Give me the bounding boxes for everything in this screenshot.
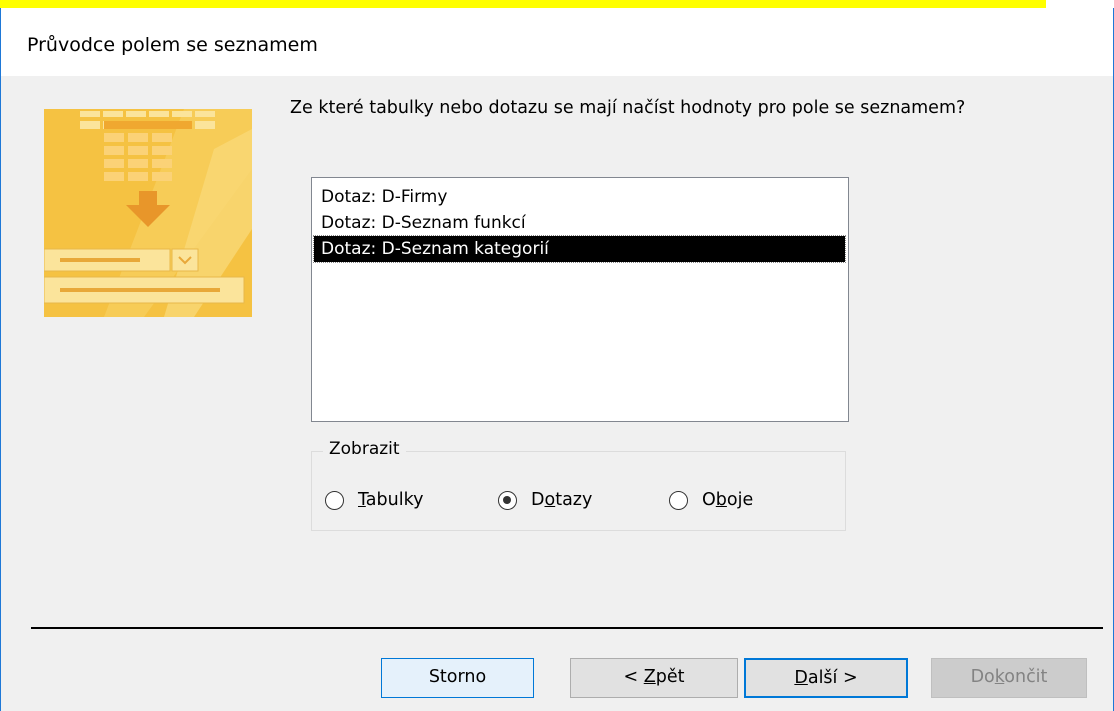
- separator-line: [31, 627, 1103, 629]
- wizard-illustration: [44, 109, 252, 317]
- source-listbox[interactable]: Dotaz: D-Firmy Dotaz: D-Seznam funkcí Do…: [311, 177, 849, 422]
- groupbox-legend: Zobrazit: [323, 439, 406, 459]
- dialog-title: Průvodce polem se seznamem: [27, 34, 318, 56]
- view-groupbox: Zobrazit Tabulky Dotazy Oboje: [311, 439, 846, 531]
- radio-label: Tabulky: [358, 490, 424, 510]
- radio-dotazy[interactable]: Dotazy: [498, 490, 592, 510]
- finish-button: Dokončit: [931, 658, 1087, 698]
- list-item[interactable]: Dotaz: D-Seznam funkcí: [314, 210, 845, 236]
- radio-checked-icon: [498, 490, 517, 510]
- radio-label: Oboje: [702, 490, 754, 510]
- wizard-dialog: Průvodce polem se seznamem Ze které tabu…: [0, 8, 1114, 711]
- radio-tabulky[interactable]: Tabulky: [325, 490, 423, 510]
- next-button[interactable]: Další >: [744, 658, 908, 698]
- list-item[interactable]: Dotaz: D-Firmy: [314, 184, 845, 210]
- radio-circle-icon: [669, 490, 688, 510]
- radio-circle-icon: [325, 490, 344, 510]
- question-text: Ze které tabulky nebo dotazu se mají nač…: [290, 98, 966, 118]
- cancel-button[interactable]: Storno: [381, 658, 534, 698]
- highlight-strip: [0, 0, 1051, 8]
- title-bar: Průvodce polem se seznamem: [1, 8, 1113, 76]
- list-item-selected[interactable]: Dotaz: D-Seznam kategorií: [313, 235, 846, 263]
- back-button[interactable]: < Zpět: [570, 658, 738, 698]
- radio-oboje[interactable]: Oboje: [669, 490, 753, 510]
- radio-label: Dotazy: [531, 490, 593, 510]
